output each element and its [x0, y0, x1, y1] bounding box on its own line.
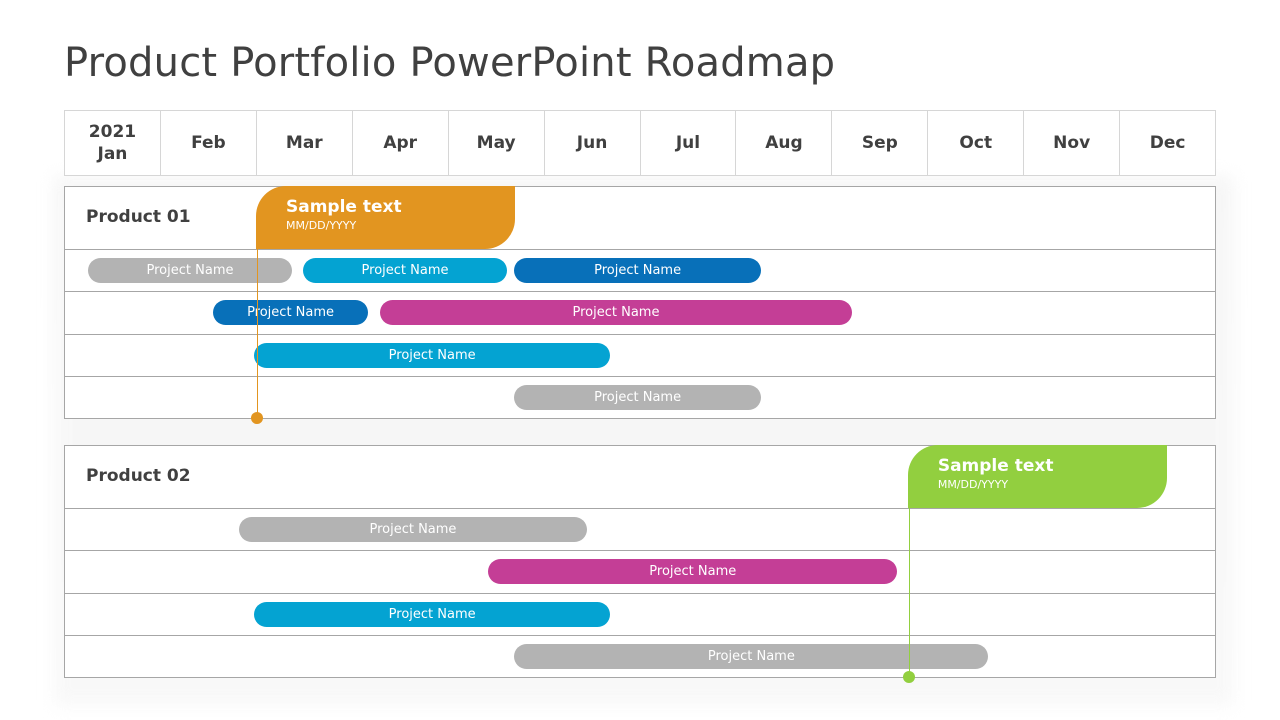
milestone-dot [902, 671, 915, 683]
project-bar[interactable]: Project Name [238, 516, 588, 542]
month-sep: Sep [832, 111, 929, 175]
month-may: May [449, 111, 545, 175]
milestone-title: Sample text [937, 456, 1054, 476]
month-jul: Jul [641, 111, 737, 175]
timeline-row [65, 335, 1215, 377]
project-bar[interactable]: Project Name [514, 257, 761, 283]
month-oct: Oct [928, 111, 1025, 175]
project-bar[interactable]: Project Name [303, 257, 508, 283]
milestone-date: MM/DD/YYYY [937, 478, 1009, 491]
timeline-row [65, 509, 1215, 551]
milestone-line [257, 246, 258, 418]
project-bar[interactable]: Project Name [212, 300, 369, 325]
month-aug: Aug [736, 111, 833, 175]
month-header: 2021 Jan Feb Mar Apr May Jun Jul Aug Sep Oct Nov De… [64, 110, 1216, 176]
milestone-date: MM/DD/YYYY [286, 219, 357, 232]
project-bar[interactable]: Project Name [514, 644, 989, 669]
milestone-title: Sample text [286, 197, 402, 217]
project-bar[interactable]: Project Name [88, 257, 292, 283]
month-nov: Nov [1024, 111, 1121, 175]
product-label: Product 01 [86, 207, 191, 227]
milestone-callout: Sample text MM/DD/YYYY [907, 445, 1168, 508]
project-bar[interactable]: Project Name [514, 385, 761, 410]
milestone-line [908, 505, 910, 677]
project-bar[interactable]: Project Name [254, 601, 611, 627]
product-header: Product 01 [65, 187, 1215, 250]
month-jan: 2021 Jan [65, 111, 161, 175]
product-label: Product 02 [86, 466, 191, 486]
month-mar: Mar [257, 111, 353, 175]
project-bar[interactable]: Project Name [379, 300, 853, 325]
month-jun: Jun [545, 111, 641, 175]
project-bar[interactable]: Project Name [488, 559, 898, 584]
milestone-callout: Sample text MM/DD/YYYY [256, 186, 516, 249]
month-dec: Dec [1149, 133, 1186, 153]
project-bar[interactable]: Project Name [254, 342, 611, 368]
milestone-dot [251, 412, 263, 424]
slide-title: Product Portfolio PowerPoint Roadmap [64, 40, 836, 86]
month-apr: Apr [353, 111, 449, 175]
month-feb: Feb [161, 111, 257, 175]
timeline-row [65, 594, 1215, 636]
